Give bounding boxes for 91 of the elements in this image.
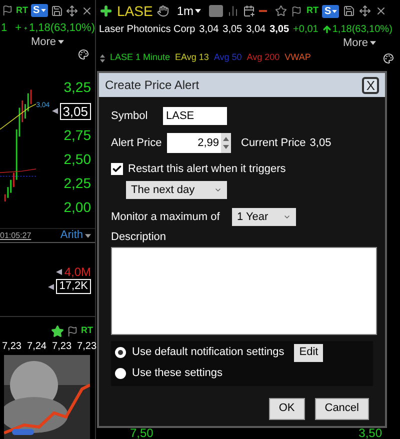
percent-change: 1,18(63,10%) <box>28 21 95 36</box>
close-button[interactable]: X <box>362 76 379 94</box>
legend-item: EAvg 13 <box>175 51 209 64</box>
symbol-field[interactable]: LASE <box>163 107 227 125</box>
net-change: 1 <box>0 21 8 36</box>
more-button[interactable]: More <box>30 34 64 51</box>
caret-icon <box>58 40 64 44</box>
description-field[interactable] <box>111 246 377 334</box>
price-label: 3,25 <box>64 80 91 94</box>
dialog-button[interactable]: Cancel <box>314 398 369 420</box>
alert-price-field[interactable]: 2,99 <box>167 133 231 153</box>
caret-icon <box>332 10 338 12</box>
s-button[interactable]: S <box>322 4 340 18</box>
dialog-title: Create Price Alert <box>105 77 200 94</box>
volume-label: 17,2K <box>56 279 91 294</box>
triangle-icon <box>56 268 62 275</box>
close-icon[interactable] <box>375 5 388 17</box>
realtime-label: RT <box>81 324 93 338</box>
caret-icon <box>40 9 46 12</box>
change-sign: + <box>15 21 22 36</box>
flag-icon[interactable] <box>67 326 78 337</box>
quote-value: 3,05 <box>270 22 290 36</box>
caret-icon <box>195 9 202 13</box>
price-label: 2,25 <box>64 176 91 190</box>
reorder-icon[interactable] <box>100 54 105 62</box>
quote-value: 3,04 <box>246 22 266 36</box>
chevron-icon <box>283 213 291 221</box>
radio-button[interactable] <box>115 368 126 379</box>
move-icon[interactable] <box>359 5 372 17</box>
save-icon[interactable] <box>343 5 356 17</box>
realtime-label: RT <box>306 4 318 18</box>
percent-change: 1,18(63,10%) <box>332 22 392 36</box>
price-label: 3,50 <box>358 427 382 439</box>
legend-item: Avg 200 <box>246 51 280 64</box>
flag-icon[interactable] <box>291 6 302 16</box>
field-label: Symbol <box>111 108 149 124</box>
time-label: 01:05:27 <box>0 230 32 242</box>
legend-item: VWAP <box>284 51 311 64</box>
interval-dropdown[interactable]: 1m <box>176 2 202 20</box>
radio-label: Use these settings <box>132 366 222 382</box>
add-icon[interactable] <box>99 4 113 18</box>
quote-values: 7,23 7,24 7,23 7,23 <box>1 340 95 353</box>
restart-dropdown[interactable]: The next day <box>126 181 227 199</box>
edit-button[interactable]: Edit <box>294 344 324 362</box>
calendar-icon[interactable] <box>243 5 256 17</box>
palette-icon[interactable] <box>78 49 89 60</box>
star-icon[interactable] <box>51 324 64 338</box>
scale-dropdown[interactable]: Arith <box>60 227 91 244</box>
spinner-icon[interactable] <box>221 133 231 153</box>
hand-icon[interactable] <box>156 5 169 17</box>
radio-button[interactable] <box>115 347 126 358</box>
quote-value: 3,05 <box>222 22 242 36</box>
flag-icon[interactable] <box>2 5 13 16</box>
price-label: 2,75 <box>64 128 91 142</box>
caret-icon <box>370 41 376 45</box>
triangle-icon <box>48 284 54 290</box>
palette-icon[interactable] <box>383 52 394 64</box>
current-price-value: 3,05 <box>310 136 332 151</box>
volume-label: 4,0M <box>64 266 91 278</box>
legend-item: Avg 50 <box>214 51 242 64</box>
current-price-label: Current Price <box>241 136 306 151</box>
field-label: Monitor a maximum of <box>111 210 221 225</box>
dialog-button[interactable]: OK <box>268 398 305 420</box>
current-price-label: 3,05 <box>60 102 91 120</box>
quote-value: 3,04 <box>199 22 219 36</box>
save-icon[interactable] <box>50 4 63 17</box>
arrow-up-icon <box>322 24 332 34</box>
company-name: Laser Photonics Corp <box>99 22 196 36</box>
checkbox-label: Restart this alert when it triggers <box>128 162 286 177</box>
field-label: Description <box>111 230 168 245</box>
close-icon[interactable] <box>80 4 93 17</box>
price-label: 2,00 <box>64 200 91 214</box>
more-button[interactable]: More <box>342 36 376 50</box>
radio-label: Use default notification settings <box>132 345 284 360</box>
price-label: 7,50 <box>130 427 154 439</box>
caret-icon <box>85 234 91 238</box>
net-change: +0,01 <box>293 22 318 36</box>
checkbox[interactable] <box>111 163 123 175</box>
check-icon <box>112 164 122 174</box>
symbol-label: LASE <box>117 2 153 20</box>
price-label: 2,50 <box>64 152 91 166</box>
field-label: Alert Price <box>111 136 163 151</box>
triangle-icon <box>52 108 58 114</box>
s-button[interactable]: S <box>31 4 48 18</box>
chevron-icon <box>214 186 222 194</box>
bar-chart-icon[interactable] <box>227 5 240 17</box>
monitor-dropdown[interactable]: 1 Year <box>232 208 296 226</box>
legend-item: LASE 1 Minute <box>110 51 170 64</box>
realtime-label: RT <box>16 4 28 17</box>
star-icon[interactable] <box>275 5 288 17</box>
move-icon[interactable] <box>66 4 78 17</box>
